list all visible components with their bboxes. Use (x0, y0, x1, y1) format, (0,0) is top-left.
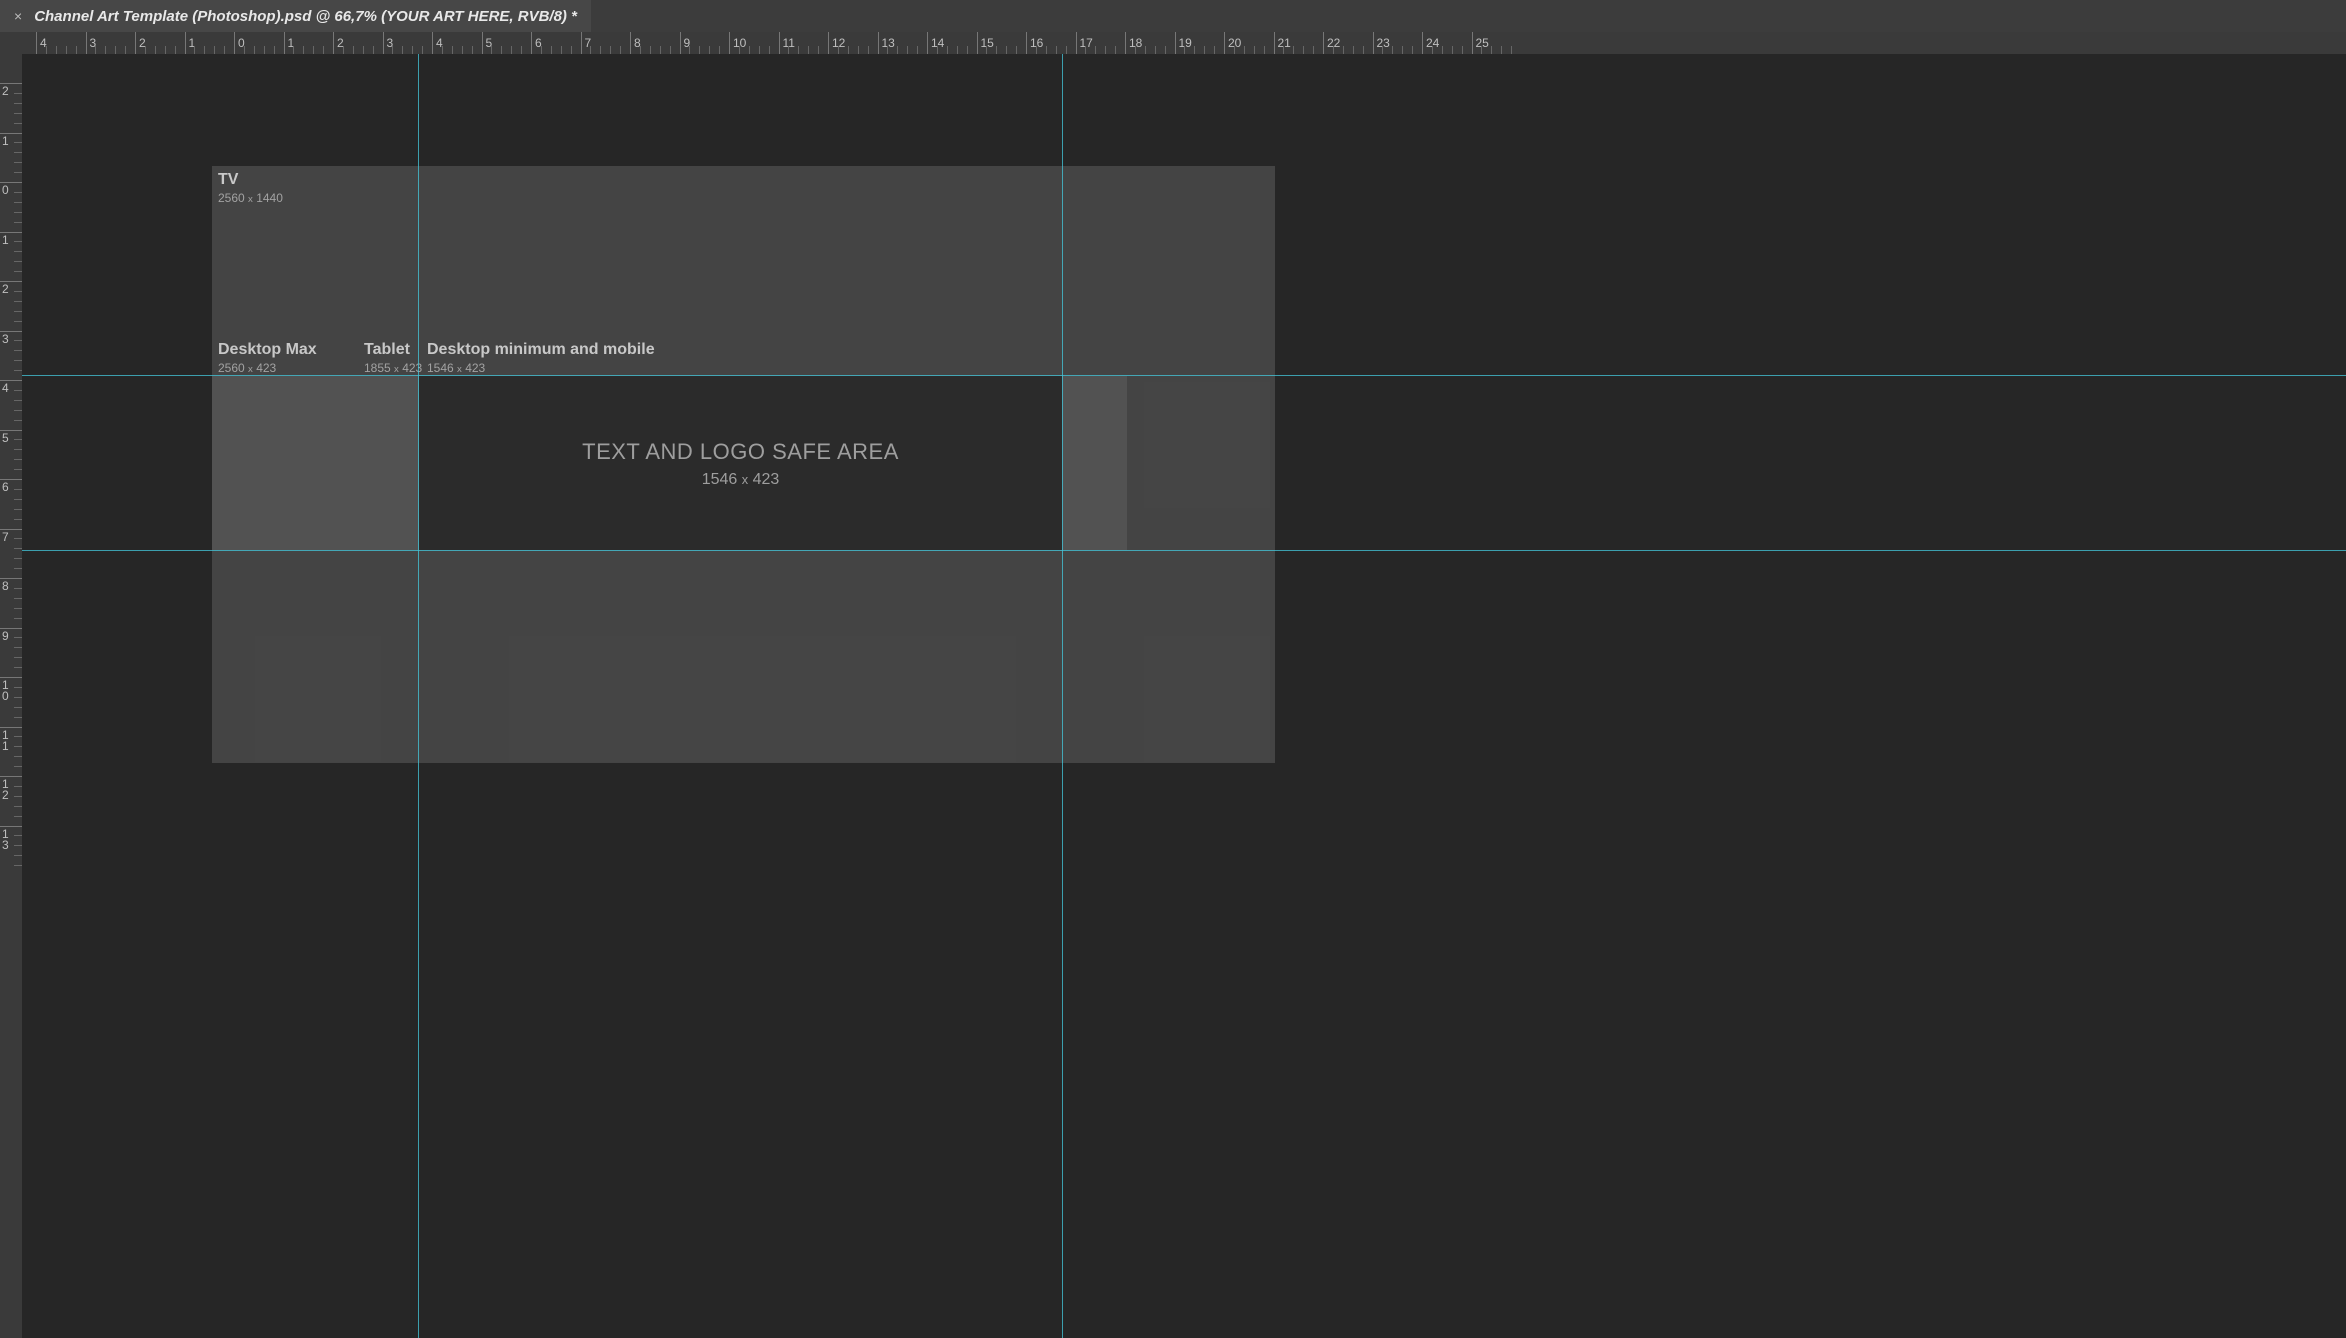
desktop-right-region (1062, 376, 1127, 550)
horizontal-ruler[interactable]: 4321012345678910111213141516171819202122… (22, 32, 2346, 55)
desktop-max-region (212, 376, 359, 550)
safe-area-dimensions: 1546 x 423 (419, 471, 1062, 489)
ruler-origin-corner[interactable] (0, 32, 23, 55)
vertical-ruler[interactable]: 2101234567891 01 11 21 3 (0, 54, 23, 1338)
tv-label: TV 2560 x 1440 (218, 171, 283, 205)
mobile-label: Desktop minimum and mobile 1546 x 423 (427, 341, 655, 375)
safe-area-title: TEXT AND LOGO SAFE AREA (419, 439, 1062, 465)
document-title: Channel Art Template (Photoshop).psd @ 6… (34, 8, 577, 25)
tablet-label: Tablet 1855 x 423 (364, 341, 422, 375)
close-icon[interactable]: × (14, 8, 22, 24)
safe-area-region: TEXT AND LOGO SAFE AREA 1546 x 423 (419, 376, 1062, 550)
document-canvas[interactable]: TEXT AND LOGO SAFE AREA 1546 x 423 TV 25… (22, 54, 2346, 1338)
document-tab-bar: × Channel Art Template (Photoshop).psd @… (0, 0, 2346, 33)
tablet-region (359, 376, 419, 550)
desktop-max-label: Desktop Max 2560 x 423 (218, 341, 317, 375)
safe-area-label: TEXT AND LOGO SAFE AREA 1546 x 423 (419, 439, 1062, 489)
document-tab[interactable]: × Channel Art Template (Photoshop).psd @… (0, 0, 591, 32)
